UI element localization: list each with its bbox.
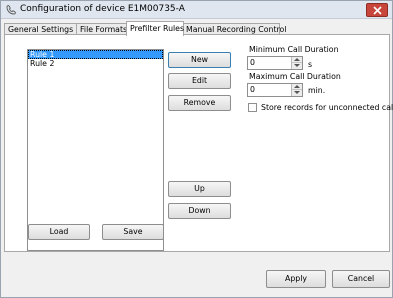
spin-down-icon[interactable] [292, 90, 302, 96]
stepper-buttons [291, 57, 302, 69]
load-button[interactable]: Load [28, 224, 90, 240]
apply-button[interactable]: Apply [266, 270, 326, 288]
list-item[interactable]: Rule 2 [28, 59, 163, 68]
min-duration-label: Minimum Call Duration [249, 45, 339, 54]
tab-prefilter-rules[interactable]: Prefilter Rules [126, 21, 184, 36]
edit-button[interactable]: Edit [168, 73, 231, 89]
close-button[interactable] [366, 3, 388, 17]
prefilter-rules-panel: Rule 1 Rule 2 New Edit Remove Up Down Mi… [4, 34, 393, 252]
min-duration-value: 0 [250, 58, 255, 67]
window-title: Configuration of device E1M00735-A [20, 4, 185, 14]
new-button[interactable]: New [168, 52, 231, 68]
remove-button[interactable]: Remove [168, 95, 231, 111]
min-duration-stepper[interactable]: 0 [247, 56, 303, 70]
max-duration-label: Maximum Call Duration [249, 72, 341, 81]
stepper-buttons [291, 84, 302, 96]
max-duration-value: 0 [250, 85, 255, 94]
close-icon [373, 6, 382, 15]
unconnected-calls-label: Store records for unconnected calls [261, 103, 393, 112]
down-button[interactable]: Down [168, 203, 231, 219]
phone-icon [5, 4, 17, 16]
spin-down-icon[interactable] [292, 63, 302, 69]
max-duration-unit: min. [308, 86, 326, 95]
cancel-button[interactable]: Cancel [332, 270, 390, 288]
min-duration-unit: s [308, 60, 313, 69]
title-bar[interactable]: Configuration of device E1M00735-A [1, 1, 392, 19]
max-duration-stepper[interactable]: 0 [247, 83, 303, 97]
list-item[interactable]: Rule 1 [28, 50, 163, 59]
up-button[interactable]: Up [168, 181, 231, 197]
config-dialog: Configuration of device E1M00735-A Gener… [0, 0, 393, 298]
unconnected-calls-checkbox[interactable] [248, 103, 257, 112]
rules-list[interactable]: Rule 1 Rule 2 [27, 49, 164, 251]
save-button[interactable]: Save [102, 224, 164, 240]
